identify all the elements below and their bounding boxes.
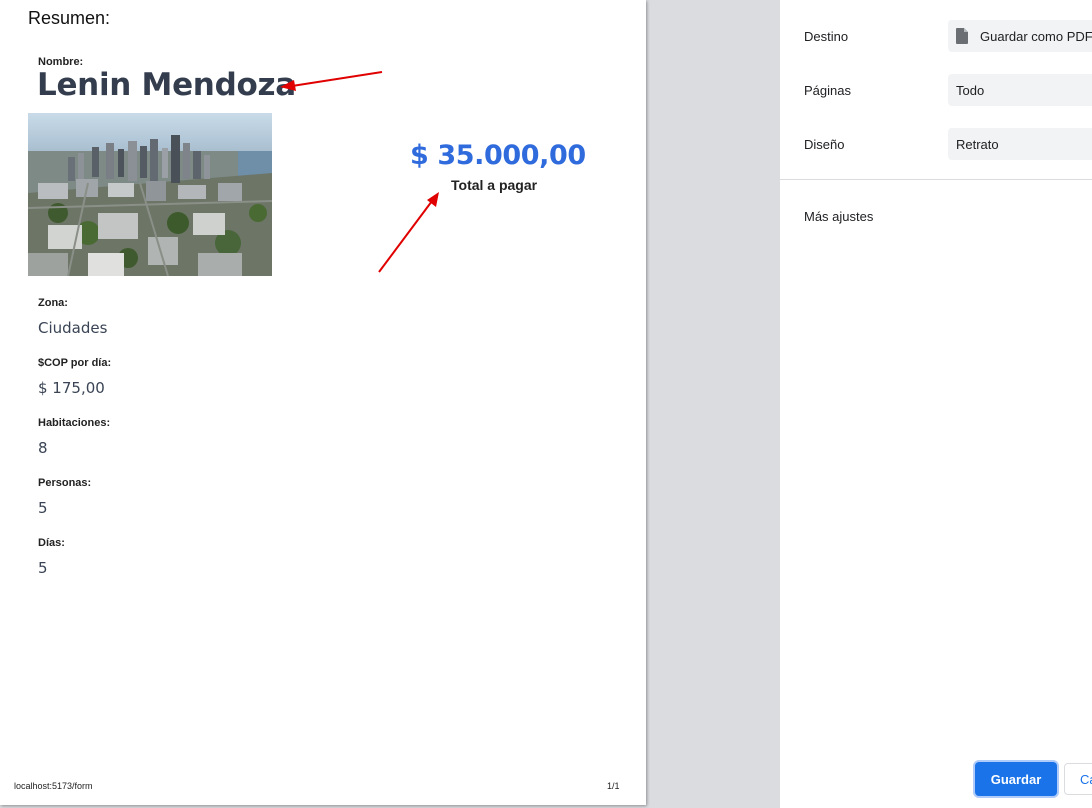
cancel-button[interactable]: Cancelar [1064,763,1092,795]
arrow-to-total [378,192,439,273]
destination-select[interactable]: Guardar como PDF [948,20,1092,52]
footer-url: localhost:5173/form [14,781,93,791]
preview-page: Resumen: Nombre: Lenin Mendoza $ 35.000,… [0,0,646,805]
name-value: Lenin Mendoza [37,67,296,103]
document-icon [956,28,968,44]
layout-label: Diseño [804,137,845,152]
price-per-day-value: $ 175,00 [38,379,105,397]
zone-label: Zona: [38,297,68,309]
footer-page-number: 1/1 [607,781,620,791]
price-per-day-label: $COP por día: [38,357,112,369]
pages-select[interactable]: Todo [948,74,1092,106]
zone-value: Ciudades [38,319,108,337]
pages-label: Páginas [804,83,851,98]
page-heading: Resumen: [28,8,111,28]
total-label: Total a pagar [451,177,538,193]
layout-value: Retrato [956,136,999,152]
rooms-label: Habitaciones: [38,417,111,429]
save-button[interactable]: Guardar [975,762,1057,796]
days-label: Días: [38,537,65,549]
pages-value: Todo [956,82,985,98]
destination-label: Destino [804,29,849,44]
people-value: 5 [38,499,48,517]
total-amount: $ 35.000,00 [410,140,586,171]
city-aerial-image [28,113,272,276]
people-label: Personas: [38,477,92,489]
print-preview-area: Resumen: Nombre: Lenin Mendoza $ 35.000,… [0,0,780,808]
destination-value: Guardar como PDF [980,28,1092,44]
print-settings-panel: Destino Guardar como PDF Páginas Todo Di… [780,0,1092,808]
settings-divider [780,179,1092,180]
more-settings-toggle[interactable]: Más ajustes [804,209,873,224]
days-value: 5 [38,559,48,577]
layout-select[interactable]: Retrato [948,128,1092,160]
rooms-value: 8 [38,439,48,457]
